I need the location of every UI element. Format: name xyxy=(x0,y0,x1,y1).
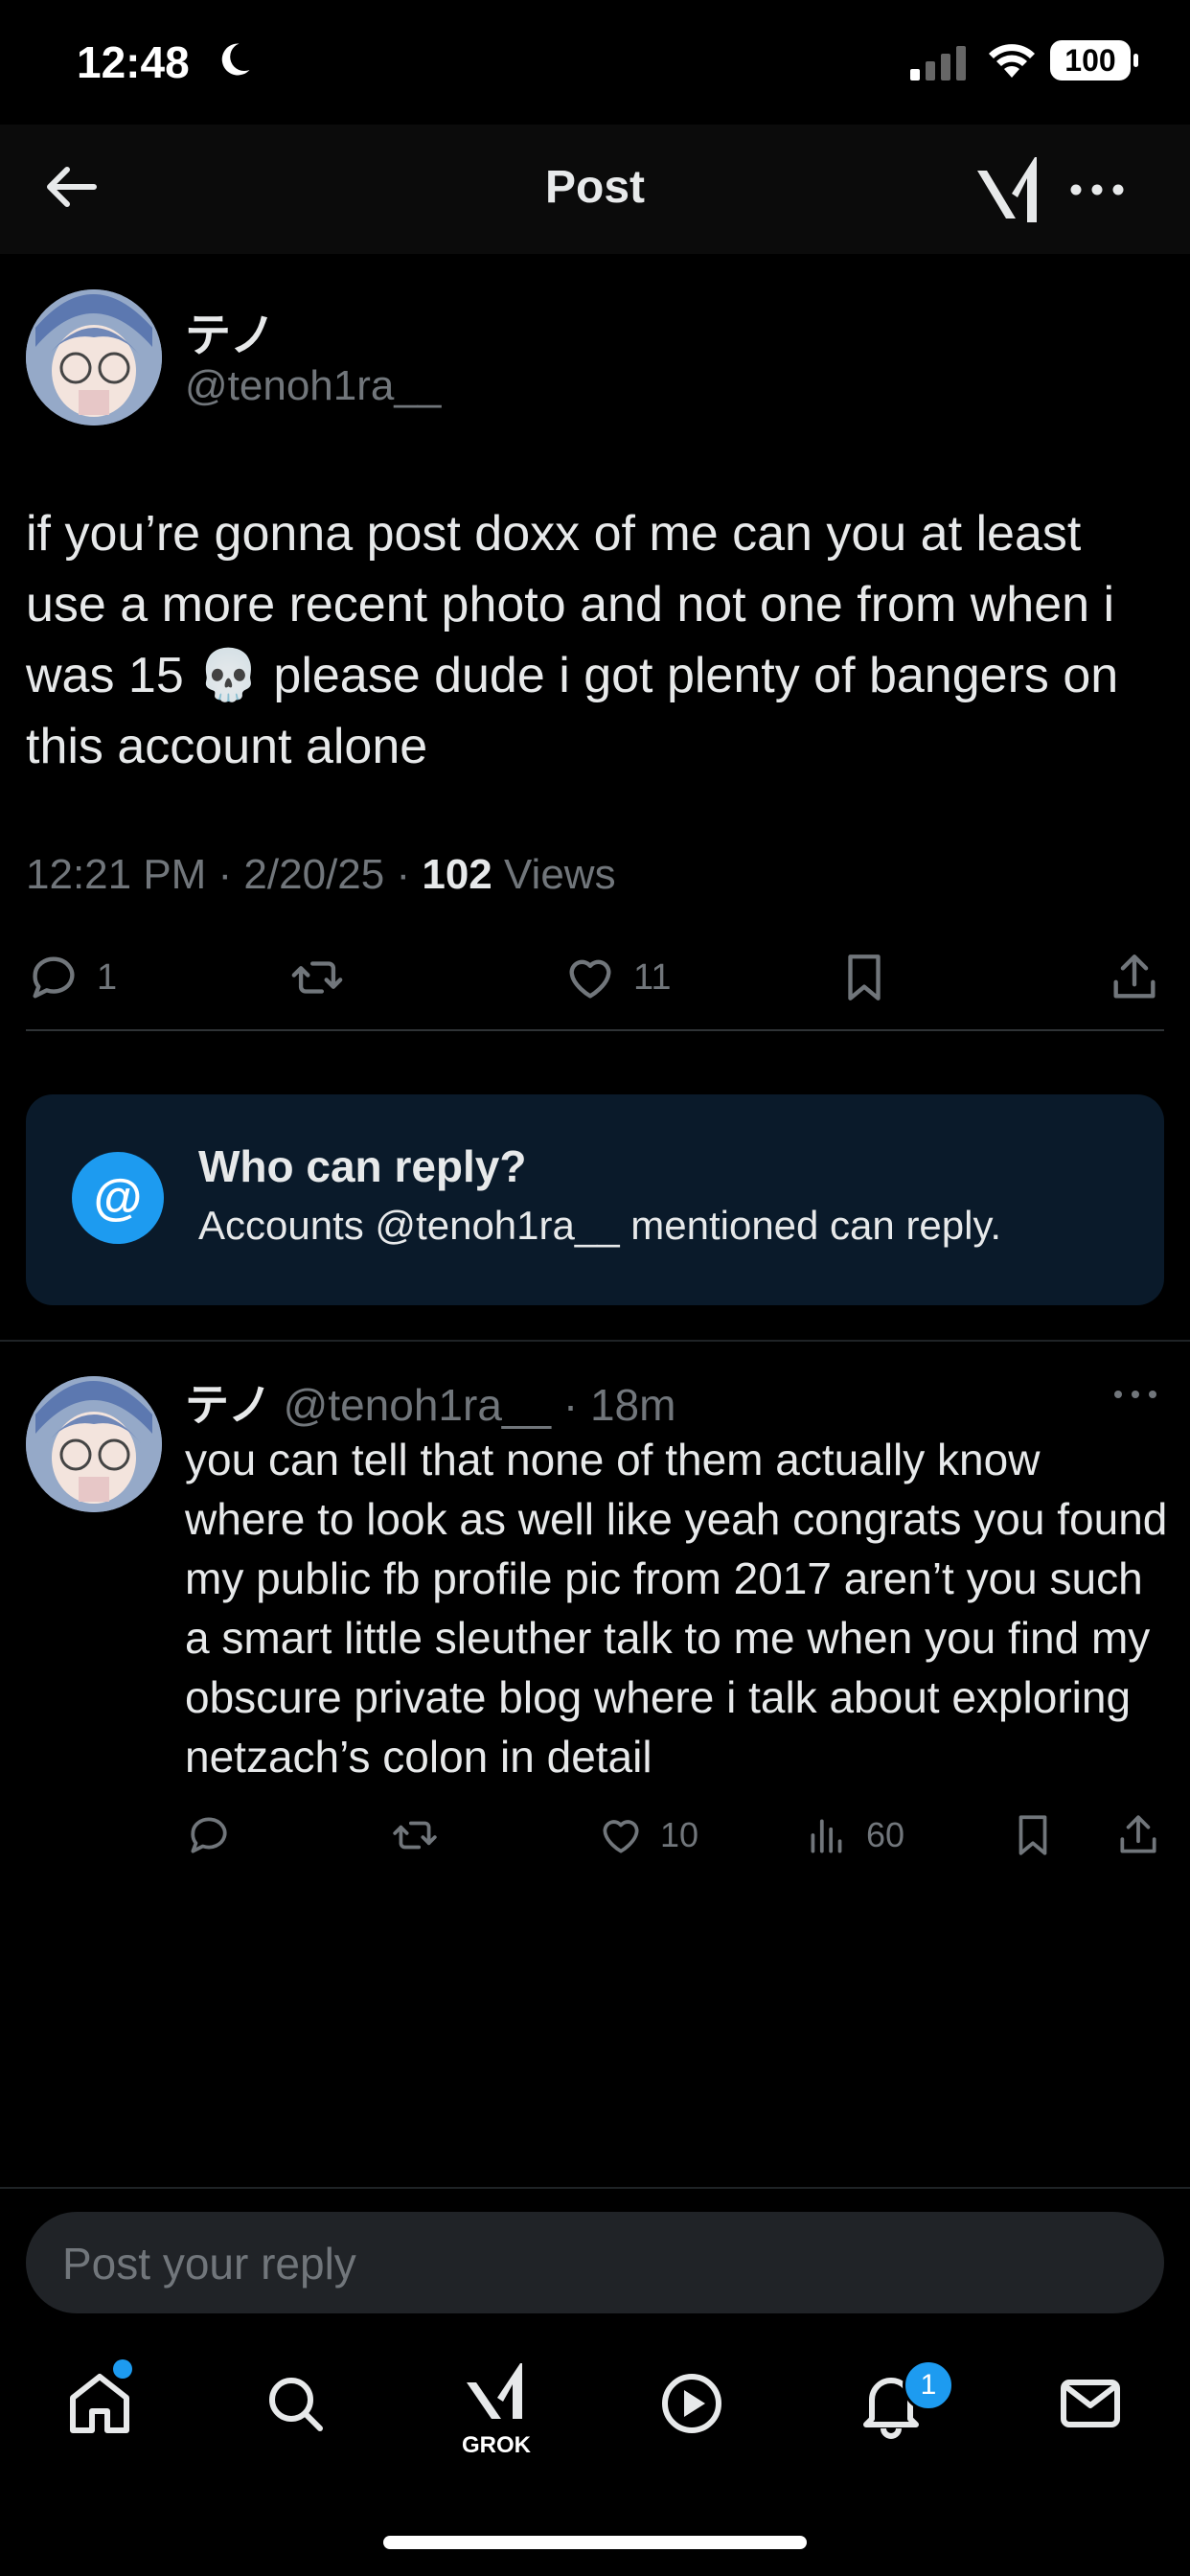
reply-share-button[interactable] xyxy=(1114,1802,1162,1869)
composer-divider xyxy=(0,2187,1190,2189)
reply-like-button[interactable]: 10 xyxy=(597,1802,698,1869)
views-label: Views xyxy=(492,851,616,898)
repost-icon xyxy=(291,961,343,994)
reply-views-count: 60 xyxy=(866,1815,905,1854)
like-count: 11 xyxy=(633,956,672,998)
card-subtitle: Accounts @tenoh1ra__ mentioned can reply… xyxy=(198,1203,1002,1248)
card-title: Who can reply? xyxy=(198,1141,527,1191)
divider xyxy=(26,1029,1164,1031)
grok-icon xyxy=(467,2363,522,2419)
heart-icon xyxy=(569,959,611,999)
home-dot-badge xyxy=(113,2359,132,2379)
analytics-icon xyxy=(811,1819,842,1853)
wifi-icon xyxy=(989,44,1035,78)
reply-views-button[interactable]: 60 xyxy=(803,1802,904,1869)
repost-button[interactable] xyxy=(289,939,345,1016)
more-options-icon[interactable] xyxy=(1068,171,1126,209)
author-name[interactable]: テノ xyxy=(185,297,276,364)
heart-icon xyxy=(603,1820,639,1853)
grok-icon[interactable] xyxy=(973,151,1041,228)
status-time: 12:48 xyxy=(77,37,190,87)
reply-author-name[interactable]: テノ xyxy=(185,1380,272,1430)
repost-icon xyxy=(393,1821,437,1850)
bookmark-icon xyxy=(848,954,881,1000)
tab-video[interactable] xyxy=(653,2365,730,2442)
author-avatar[interactable] xyxy=(26,289,162,426)
tab-search[interactable] xyxy=(257,2365,333,2442)
reply-restriction-card xyxy=(26,1094,1164,1305)
post-actions: 1 11 xyxy=(26,939,1166,1016)
tab-grok[interactable] xyxy=(458,2356,535,2432)
author-handle[interactable]: @tenoh1ra__ xyxy=(185,362,441,410)
reply-repost-button[interactable] xyxy=(391,1802,439,1869)
reply-count: 1 xyxy=(97,956,118,998)
reply-text: you can tell that none of them actually … xyxy=(185,1435,1168,1782)
divider xyxy=(0,1340,1190,1342)
reply-button[interactable]: 1 xyxy=(26,939,117,1016)
moon-icon xyxy=(221,43,250,76)
reply-icon xyxy=(191,1817,227,1853)
search-icon xyxy=(269,2378,323,2431)
battery-indicator: 100 xyxy=(1050,40,1138,80)
reply-reply-button[interactable] xyxy=(185,1802,233,1869)
home-indicator xyxy=(383,2536,807,2549)
reply-meta: @tenoh1ra__ · 18m xyxy=(283,1380,676,1430)
share-icon xyxy=(1120,1815,1156,1853)
like-button[interactable]: 11 xyxy=(562,939,671,1016)
reply-more-icon[interactable] xyxy=(1111,1380,1159,1409)
share-icon xyxy=(1113,954,1156,999)
post-text: if you’re gonna post doxx of me can you … xyxy=(26,506,1119,774)
share-button[interactable] xyxy=(1107,939,1162,1016)
reply-like-count: 10 xyxy=(660,1815,699,1854)
reply-input[interactable] xyxy=(60,2212,1118,2315)
bookmark-button[interactable] xyxy=(836,939,892,1016)
grok-label: GROK xyxy=(462,2432,531,2458)
reply-avatar[interactable] xyxy=(26,1376,162,1512)
mail-icon xyxy=(1061,2380,1120,2427)
reply-header: テノ @tenoh1ra__ · 18m xyxy=(185,1370,675,1434)
signal-icon xyxy=(910,46,966,80)
bookmark-icon xyxy=(1018,1815,1047,1855)
views-count[interactable]: 102 xyxy=(422,851,492,898)
reply-actions: 10 60 xyxy=(185,1802,1162,1869)
mention-icon: @ xyxy=(72,1152,164,1244)
tab-messages[interactable] xyxy=(1052,2365,1129,2442)
notifications-badge: 1 xyxy=(903,2359,954,2411)
reply-icon xyxy=(33,956,75,999)
post-meta: 12:21 PM · 2/20/25 · 102 Views xyxy=(26,851,616,899)
reply-bookmark-button[interactable] xyxy=(1009,1802,1057,1869)
post-timestamp: 12:21 PM · 2/20/25 · xyxy=(26,851,423,898)
reply-composer xyxy=(26,2212,1164,2315)
play-icon xyxy=(662,2374,721,2433)
